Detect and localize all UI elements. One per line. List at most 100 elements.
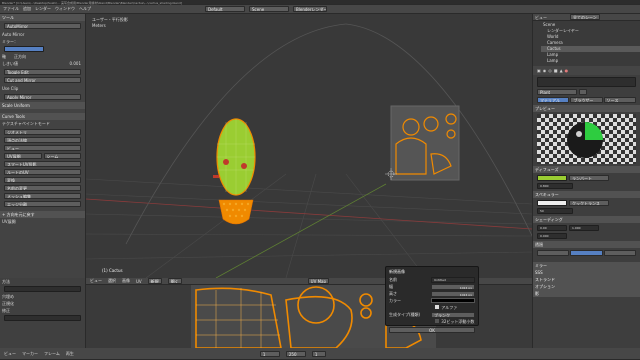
uv-menu-select[interactable]: 選択	[108, 278, 116, 284]
tab-source[interactable]: ソース	[603, 97, 636, 103]
use-clip[interactable]: Use Clip	[2, 85, 18, 92]
tool-geometry[interactable]: ジオメトリ	[4, 129, 81, 135]
section-transparency[interactable]: 透過	[533, 241, 640, 248]
diffuse-color[interactable]	[537, 175, 567, 181]
screen-selector[interactable]: Default	[205, 6, 245, 12]
timeline-playback[interactable]: 再生	[66, 351, 74, 357]
use-clip-row[interactable]: Use Clip	[0, 85, 85, 92]
popup-height-label: 高さ	[389, 291, 397, 296]
tab-browser[interactable]: ブラウザー	[570, 97, 603, 103]
popup-height-field[interactable]: 1024 px	[431, 291, 475, 297]
tool-seam[interactable]: シーム	[43, 153, 81, 159]
preview-header[interactable]: プレビュー	[533, 105, 640, 112]
material-slot-list[interactable]	[537, 77, 636, 87]
section-scale-uniform[interactable]: Scale Uniform	[0, 102, 85, 109]
menu-window[interactable]: ウィンドウ	[55, 6, 75, 12]
popup-name-field[interactable]: Untitled	[431, 277, 475, 283]
uv-menu-view[interactable]: ビュー	[90, 278, 102, 284]
transp-mask[interactable]	[537, 250, 570, 256]
timeline-frame[interactable]: フレーム	[44, 351, 60, 357]
outliner-item-lamp2[interactable]: Lamp	[541, 58, 640, 64]
transp-ztransp[interactable]	[570, 250, 603, 256]
timeline-current[interactable]: 1	[311, 350, 326, 357]
emit-field[interactable]: 0.00	[537, 225, 567, 231]
world-icon[interactable]: ◎	[548, 68, 552, 73]
auto-mirror-button-top[interactable]: AutoMirror	[4, 23, 81, 29]
specular-color[interactable]	[537, 200, 567, 206]
section-diffuse[interactable]: ディフューズ	[533, 166, 640, 173]
section-texpaint[interactable]: テクスチャペイントモード	[0, 120, 85, 127]
section-options[interactable]: オプション	[533, 283, 640, 290]
threshold-row[interactable]: しきい値 0.001	[0, 60, 85, 67]
tool-edge-split[interactable]: エッジ分離	[4, 201, 81, 207]
section-curve-tools[interactable]: Curve Tools	[0, 113, 85, 120]
cut-mirror-button[interactable]: Cut and Mirror	[4, 77, 81, 83]
specular-shader[interactable]: クックトランス	[569, 200, 609, 206]
scene-selector[interactable]: Scene	[249, 6, 289, 12]
render-engine-select[interactable]: Blenderレンダー	[293, 6, 327, 12]
threshold-value[interactable]: 0.001	[70, 60, 81, 67]
uv-menu-image[interactable]: 画像	[122, 278, 130, 284]
menu-help[interactable]: ヘルプ	[79, 6, 91, 12]
material-icon[interactable]: ●	[565, 68, 569, 73]
uv-new-image[interactable]: 新規	[147, 278, 162, 284]
uv-open-image[interactable]: 開く	[167, 278, 182, 284]
tool-uv-unwrap[interactable]: UV展開	[4, 153, 42, 159]
apply-mirror-button[interactable]: Apply Mirror	[4, 94, 81, 100]
popup-ok-button[interactable]: OK	[389, 327, 475, 333]
tab-material[interactable]: マテリアル	[537, 97, 570, 103]
popup-alpha-checkbox[interactable]	[435, 305, 439, 309]
render-icon[interactable]: ▣	[537, 68, 541, 73]
tool-mesh-edit[interactable]: メッシュ編集	[4, 193, 81, 199]
timeline-end[interactable]: 250	[285, 350, 306, 357]
specular-hardness[interactable]: 50	[537, 208, 573, 214]
popup-type-select[interactable]: ブランク	[431, 312, 475, 318]
diffuse-intensity[interactable]: 0.800	[537, 183, 573, 189]
object-icon[interactable]: ■	[554, 68, 558, 73]
popup-color-swatch[interactable]	[431, 298, 475, 303]
timeline-marker[interactable]: マーカー	[22, 351, 38, 357]
modifier-icon[interactable]: ▲	[560, 68, 563, 73]
section-mirror[interactable]: ミラー	[533, 262, 640, 269]
axis-selector[interactable]	[4, 46, 44, 52]
tool-rename[interactable]: 名前の変更	[4, 185, 81, 191]
timeline-start[interactable]: 1	[259, 350, 280, 357]
section-specular[interactable]: スペキュラー	[533, 191, 640, 198]
ambient-field[interactable]: 1.000	[569, 225, 599, 231]
uv-map-select[interactable]: UV Map	[307, 278, 330, 284]
toggle-edit-button[interactable]: Toggle Edit	[4, 69, 81, 75]
popup-float-checkbox[interactable]	[435, 319, 439, 323]
outliner-tree: Scene レンダーレイヤー World Camera Cactus Lamp …	[533, 21, 640, 66]
tool-view[interactable]: ビュー	[4, 145, 81, 151]
section-shadow[interactable]: 影	[533, 290, 640, 297]
threshold-label: しきい値	[2, 61, 18, 66]
section-sss[interactable]: SSS	[533, 269, 640, 276]
timeline-view[interactable]: ビュー	[4, 351, 16, 357]
prop-margin-field[interactable]	[4, 315, 81, 321]
scene-icon[interactable]: ◉	[543, 68, 547, 73]
translucency-field[interactable]: 0.000	[537, 233, 567, 239]
popup-height-value: 1024 px	[459, 293, 472, 297]
viewport-3d[interactable]: ユーザー・平行投影 Meters (1) Cactus	[86, 14, 532, 278]
material-fake-user[interactable]	[579, 89, 587, 95]
tool-root-uv[interactable]: ルートのUV	[4, 169, 81, 175]
redo-header[interactable]: + 方向を元に戻す	[0, 211, 85, 218]
menu-add[interactable]: 追加	[23, 6, 31, 12]
popup-name-label: 名前	[389, 277, 397, 282]
menu-render[interactable]: レンダー	[35, 6, 51, 12]
transp-raytrace[interactable]	[603, 250, 636, 256]
uv-menu-uvs[interactable]: UV	[136, 279, 142, 284]
prop-method-field[interactable]	[4, 286, 81, 292]
tool-normals[interactable]: 頂点の法線	[4, 137, 81, 143]
tool-transform[interactable]: 変換	[4, 177, 81, 183]
section-shading[interactable]: シェーディング	[533, 216, 640, 223]
outliner-view[interactable]: ビュー	[535, 14, 547, 20]
diffuse-shader[interactable]: ランバート	[569, 175, 609, 181]
outliner-scene-select[interactable]: 全てのシーン	[570, 14, 600, 20]
material-name-field[interactable]: Plant	[537, 89, 577, 95]
menu-file[interactable]: ファイル	[3, 6, 19, 12]
tool-smart-uv[interactable]: スマートUV投影	[4, 161, 81, 167]
section-strand[interactable]: ストランド	[533, 276, 640, 283]
popup-width-field[interactable]: 1024 px	[431, 284, 475, 290]
popup-type-label: 生成タイプ(種類)	[389, 312, 421, 317]
